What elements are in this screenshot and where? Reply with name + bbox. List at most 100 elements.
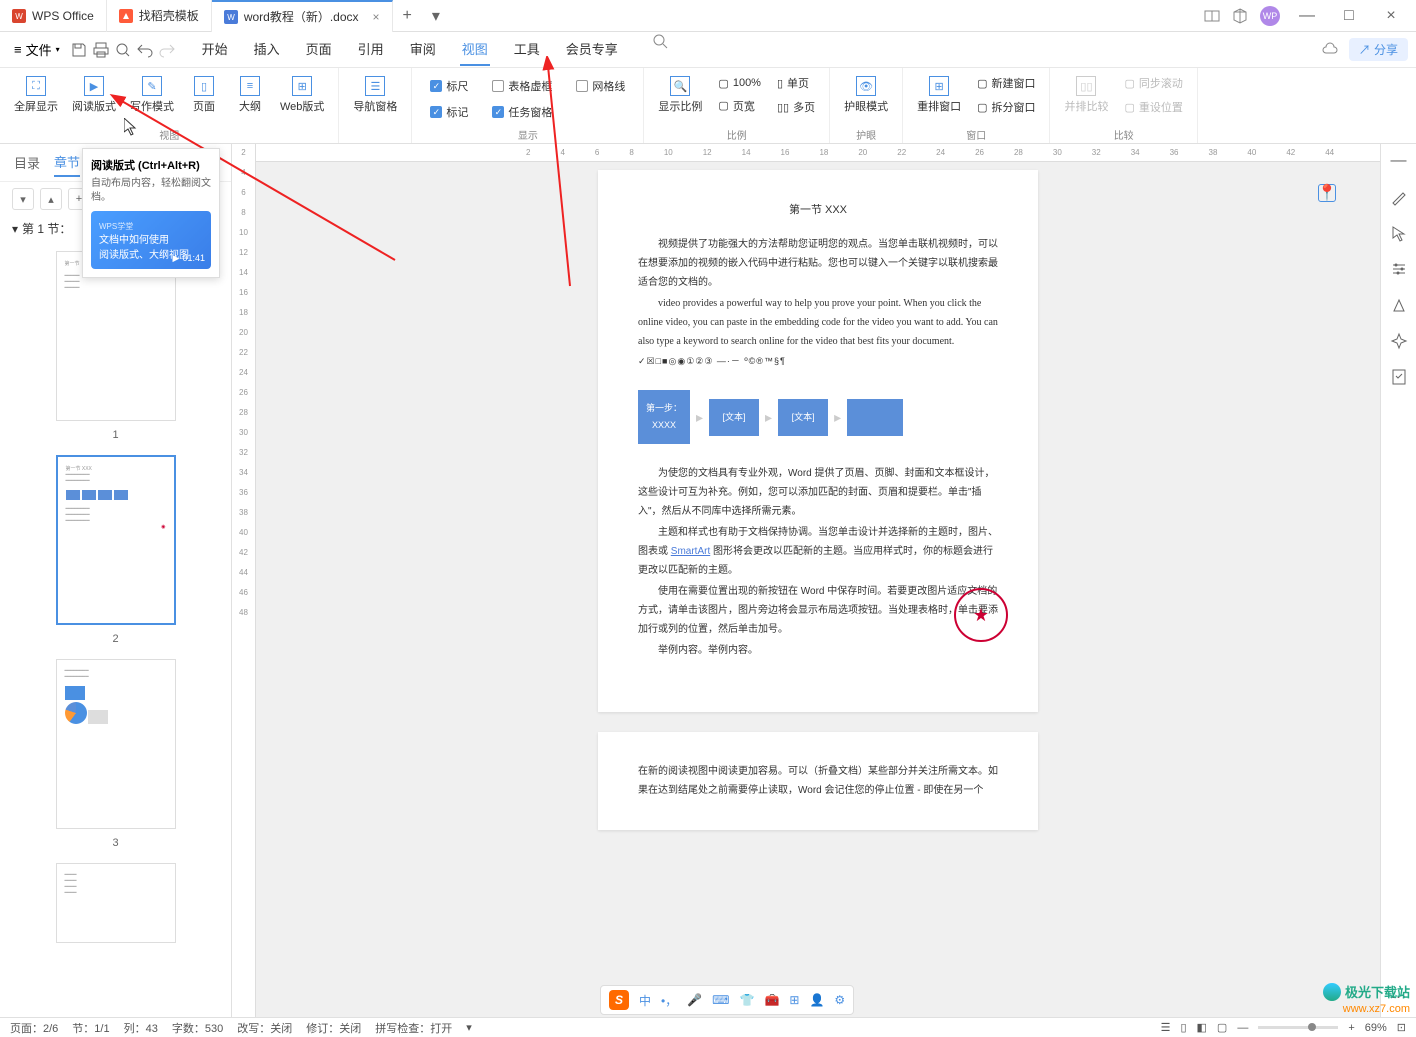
ime-keyboard-icon[interactable]: ⌨ <box>712 993 729 1007</box>
collapse-icon[interactable]: — <box>1391 152 1407 170</box>
share-button[interactable]: ↗ 分享 <box>1349 38 1408 61</box>
file-menu[interactable]: ≡文件▾ <box>8 40 66 59</box>
split-window-button[interactable]: ▢ 拆分窗口 <box>971 97 1041 117</box>
ime-lang-button[interactable]: 中 <box>639 992 651 1009</box>
status-page[interactable]: 页面：2/6 <box>10 1020 58 1036</box>
settings-icon[interactable] <box>1390 260 1408 278</box>
avatar[interactable]: WP <box>1260 6 1280 26</box>
tab-docer[interactable]: 找稻壳模板 <box>107 0 212 32</box>
ai-icon[interactable] <box>1390 332 1408 350</box>
bookmark-icon[interactable] <box>1390 368 1408 386</box>
zoom-100-button[interactable]: ▢ 100% <box>712 75 767 92</box>
view-read-icon[interactable]: ▢ <box>1217 1021 1227 1034</box>
status-menu-icon[interactable]: ▾ <box>466 1021 472 1034</box>
print-icon[interactable] <box>92 41 110 59</box>
outline-button[interactable]: ≡大纲 <box>228 72 272 118</box>
document-scroll[interactable]: 2468101214161820222426283032343638404244… <box>256 144 1380 1017</box>
search-icon[interactable] <box>652 33 670 51</box>
menu-tab-review[interactable]: 审阅 <box>408 33 438 66</box>
task-pane-checkbox[interactable]: ✓任务窗格 <box>486 102 558 122</box>
page-width-button[interactable]: ▢ 页宽 <box>712 96 767 116</box>
maximize-button[interactable]: □ <box>1334 7 1364 25</box>
print-preview-icon[interactable] <box>114 41 132 59</box>
zoom-ratio-button[interactable]: 🔍显示比例 <box>652 72 708 118</box>
reading-mode-button[interactable]: ▶阅读版式 <box>66 72 122 118</box>
nav-up-button[interactable]: ▴ <box>40 188 62 210</box>
cloud-icon[interactable] <box>1321 41 1339 59</box>
ruler-checkbox[interactable]: ✓标尺 <box>424 76 474 96</box>
rearrange-window-button[interactable]: ⊞重排窗口 <box>911 72 967 118</box>
view-mode-icon[interactable]: ☰ <box>1161 1021 1171 1034</box>
ime-shirt-icon[interactable]: 👕 <box>740 993 755 1007</box>
zoom-in-button[interactable]: + <box>1348 1022 1354 1034</box>
ime-toolbar[interactable]: S 中 •， 🎤 ⌨ 👕 🧰 ⊞ 👤 ⚙ <box>600 985 854 1015</box>
document-page-2[interactable]: 在新的阅读视图中阅读更加容易。可以（折叠文档）某些部分并关注所需文本。如果在达到… <box>598 732 1038 830</box>
cube-icon[interactable] <box>1232 8 1248 24</box>
nav-tab-chapter[interactable]: 章节 <box>54 152 80 177</box>
menu-tab-member[interactable]: 会员专享 <box>564 33 620 66</box>
save-icon[interactable] <box>70 41 88 59</box>
menu-tab-page[interactable]: 页面 <box>304 33 334 66</box>
fullscreen-button[interactable]: ⛶全屏显示 <box>8 72 64 118</box>
undo-icon[interactable] <box>136 41 154 59</box>
status-words[interactable]: 字数：530 <box>172 1020 223 1036</box>
menu-tab-reference[interactable]: 引用 <box>356 33 386 66</box>
status-spellcheck[interactable]: 拼写检查：打开 <box>375 1020 452 1036</box>
ime-mic-icon[interactable]: 🎤 <box>687 993 702 1007</box>
gridlines-checkbox[interactable]: 网格线 <box>570 76 631 96</box>
pen-icon[interactable] <box>1390 188 1408 206</box>
ime-grid-icon[interactable]: ⊞ <box>789 993 799 1007</box>
ime-user-icon[interactable]: 👤 <box>809 993 824 1007</box>
zoom-slider[interactable] <box>1258 1026 1338 1029</box>
tab-wps-home[interactable]: W WPS Office <box>0 0 107 32</box>
page-layout-button[interactable]: ▯页面 <box>182 72 226 118</box>
menu-tab-view[interactable]: 视图 <box>460 33 490 66</box>
ad-icon[interactable] <box>1204 8 1220 24</box>
single-page-button[interactable]: ▯ 单页 <box>771 73 821 93</box>
zoom-out-button[interactable]: — <box>1237 1022 1248 1034</box>
location-marker[interactable]: 📍 <box>1318 174 1336 202</box>
paragraph: video provides a powerful way to help yo… <box>638 294 998 351</box>
status-section[interactable]: 节：1/1 <box>72 1020 109 1036</box>
view-web-icon[interactable]: ◧ <box>1197 1021 1207 1034</box>
status-revision[interactable]: 修订：关闭 <box>306 1020 361 1036</box>
menu-tab-start[interactable]: 开始 <box>200 33 230 66</box>
writing-mode-button[interactable]: ✎写作模式 <box>124 72 180 118</box>
menu-tab-insert[interactable]: 插入 <box>252 33 282 66</box>
docer-icon[interactable] <box>1390 296 1408 314</box>
status-overwrite[interactable]: 改写：关闭 <box>237 1020 292 1036</box>
close-button[interactable]: × <box>1376 7 1406 25</box>
status-column[interactable]: 列：43 <box>124 1020 158 1036</box>
close-icon[interactable]: × <box>373 10 380 24</box>
nav-pane-button[interactable]: ☰导航窗格 <box>347 72 403 118</box>
table-virt-checkbox[interactable]: 表格虚框 <box>486 76 558 96</box>
tab-menu-button[interactable]: ▾ <box>422 6 450 26</box>
label: 全屏显示 <box>14 98 58 114</box>
select-icon[interactable] <box>1390 224 1408 242</box>
new-window-button[interactable]: ▢ 新建窗口 <box>971 73 1041 93</box>
tooltip-video[interactable]: WPS学堂 文档中如何使用 阅读版式、大纲视图 ▶ 01:41 <box>91 211 211 269</box>
web-layout-button[interactable]: ⊞Web版式 <box>274 72 330 118</box>
nav-tab-toc[interactable]: 目录 <box>14 153 40 176</box>
ime-settings-icon[interactable]: ⚙ <box>834 993 845 1007</box>
section-label: 第 1 节： <box>22 220 71 237</box>
eye-protection-button[interactable]: 👁护眼模式 <box>838 72 894 118</box>
minimize-button[interactable]: — <box>1292 7 1322 25</box>
thumbnail-2[interactable]: 第一节 XXX━━━━━━━━━━━━━━━━━━━━━━━━━━━━━━━━━… <box>56 455 176 625</box>
ime-toolbox-icon[interactable]: 🧰 <box>764 993 779 1007</box>
tab-document[interactable]: W word教程（新）.docx × <box>212 0 393 32</box>
redo-icon[interactable] <box>158 41 176 59</box>
thumbnail-4[interactable]: ━━━━━━━━━━━━━━━━ <box>56 863 176 943</box>
tab-add-button[interactable]: + <box>393 7 422 25</box>
document-page[interactable]: 第一节 XXX 视频提供了功能强大的方法帮助您证明您的观点。当您单击联机视频时，… <box>598 170 1038 712</box>
nav-collapse-button[interactable]: ▾ <box>12 188 34 210</box>
menu-tab-tools[interactable]: 工具 <box>512 33 542 66</box>
thumbnail-3[interactable]: ━━━━━━━━━━━━━━━━ <box>56 659 176 829</box>
view-page-icon[interactable]: ▯ <box>1180 1021 1186 1034</box>
zoom-level[interactable]: 69% <box>1365 1022 1387 1034</box>
ime-punct-icon[interactable]: •， <box>661 992 677 1009</box>
svg-text:W: W <box>227 13 235 22</box>
multi-page-button[interactable]: ▯▯ 多页 <box>771 97 821 117</box>
fit-button[interactable]: ⊡ <box>1397 1021 1406 1034</box>
mark-checkbox[interactable]: ✓标记 <box>424 102 474 122</box>
